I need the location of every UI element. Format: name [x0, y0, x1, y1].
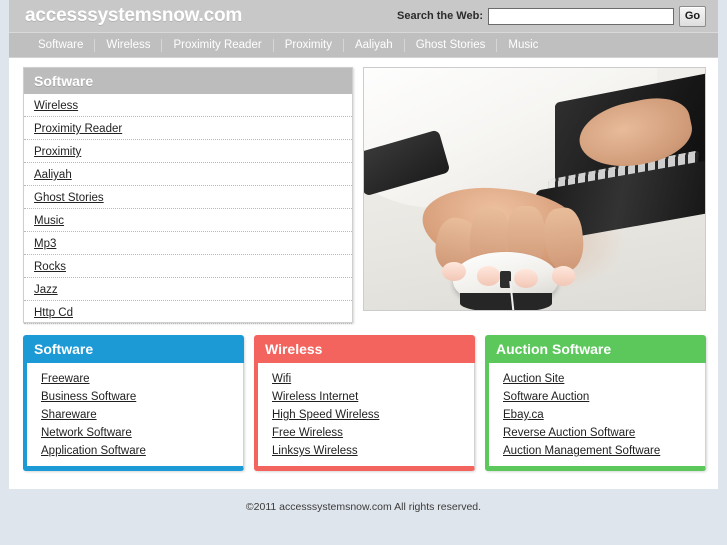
search-input[interactable] [488, 7, 674, 25]
hero-fingernail-shape [514, 268, 538, 289]
list-item: Mp3 [24, 232, 353, 255]
panel-link-high-speed-wireless[interactable]: High Speed Wireless [272, 409, 379, 421]
panel-wireless-body: Wifi Wireless Internet High Speed Wirele… [254, 363, 475, 471]
search-label: Search the Web: [397, 10, 483, 22]
list-item: Business Software [41, 387, 243, 405]
hero-fingernail-shape [476, 266, 501, 286]
panel-link-software-auction[interactable]: Software Auction [503, 391, 589, 403]
panel-link-linksys-wireless[interactable]: Linksys Wireless [272, 445, 358, 457]
panel-link-auction-site[interactable]: Auction Site [503, 373, 564, 385]
panel-software: Software Freeware Business Software Shar… [23, 335, 244, 471]
hero-fingernail-shape [551, 266, 576, 286]
go-button[interactable]: Go [679, 5, 706, 27]
sidebar-title: Software [24, 68, 353, 94]
list-item: Music [24, 209, 353, 232]
nav-item-music[interactable]: Music [497, 39, 549, 52]
list-item: Free Wireless [272, 423, 474, 441]
list-item: Aaliyah [24, 163, 353, 186]
sidebar-link-proximity[interactable]: Proximity [34, 146, 81, 158]
site-header: accesssystemsnow.com Search the Web: Go [9, 0, 718, 33]
panel-link-wifi[interactable]: Wifi [272, 373, 291, 385]
list-item: Reverse Auction Software [503, 423, 705, 441]
list-item: Freeware [41, 369, 243, 387]
list-item: High Speed Wireless [272, 405, 474, 423]
panel-wireless: Wireless Wifi Wireless Internet High Spe… [254, 335, 475, 471]
panel-link-auction-management-software[interactable]: Auction Management Software [503, 445, 660, 457]
list-item: Wifi [272, 369, 474, 387]
footer: ©2011 accesssystemsnow.com All rights re… [0, 489, 727, 513]
hero-fingernail-shape [442, 261, 467, 281]
nav-item-wireless[interactable]: Wireless [95, 38, 163, 52]
panel-link-freeware[interactable]: Freeware [41, 373, 90, 385]
main-navigation: Software Wireless Proximity Reader Proxi… [9, 33, 718, 58]
list-item: Network Software [41, 423, 243, 441]
list-item: Auction Site [503, 369, 705, 387]
panel-auction-software-body: Auction Site Software Auction Ebay.ca Re… [485, 363, 706, 471]
list-item: Http Cd [24, 301, 353, 324]
sidebar-link-rocks[interactable]: Rocks [34, 261, 66, 273]
list-item: Shareware [41, 405, 243, 423]
sidebar-link-music[interactable]: Music [34, 215, 64, 227]
nav-item-proximity[interactable]: Proximity [274, 38, 344, 52]
list-item: Jazz [24, 278, 353, 301]
list-item: Auction Management Software [503, 441, 705, 459]
panel-software-body: Freeware Business Software Shareware Net… [23, 363, 244, 471]
nav-item-aaliyah[interactable]: Aaliyah [344, 38, 405, 52]
panel-auction-software-list: Auction Site Software Auction Ebay.ca Re… [489, 369, 705, 459]
page-container: accesssystemsnow.com Search the Web: Go … [9, 0, 718, 489]
panel-wireless-list: Wifi Wireless Internet High Speed Wirele… [258, 369, 474, 459]
sidebar-link-aaliyah[interactable]: Aaliyah [34, 169, 72, 181]
list-item: Software Auction [503, 387, 705, 405]
panel-auction-software: Auction Software Auction Site Software A… [485, 335, 706, 471]
list-item: Rocks [24, 255, 353, 278]
panel-software-title: Software [23, 335, 244, 363]
site-title: accesssystemsnow.com [25, 5, 243, 26]
nav-item-proximity-reader[interactable]: Proximity Reader [162, 38, 274, 52]
list-item: Ghost Stories [24, 186, 353, 209]
sidebar-link-ghost-stories[interactable]: Ghost Stories [34, 192, 104, 204]
sidebar-link-mp3[interactable]: Mp3 [34, 238, 56, 250]
list-item: Linksys Wireless [272, 441, 474, 459]
panel-link-shareware[interactable]: Shareware [41, 409, 97, 421]
panel-link-network-software[interactable]: Network Software [41, 427, 132, 439]
sidebar-link-proximity-reader[interactable]: Proximity Reader [34, 123, 122, 135]
nav-item-ghost-stories[interactable]: Ghost Stories [405, 38, 498, 52]
list-item: Wireless [24, 94, 353, 117]
panel-wireless-title: Wireless [254, 335, 475, 363]
content-bottom-spacer [9, 471, 718, 489]
sidebar-panel: Software Wireless Proximity Reader Proxi… [23, 67, 354, 324]
panel-link-wireless-internet[interactable]: Wireless Internet [272, 391, 358, 403]
hero-mouse-base-shape [459, 293, 552, 310]
panel-auction-software-title: Auction Software [485, 335, 706, 363]
category-panels: Software Freeware Business Software Shar… [9, 323, 718, 471]
list-item: Proximity Reader [24, 117, 353, 140]
sidebar-link-jazz[interactable]: Jazz [34, 284, 58, 296]
panel-link-application-software[interactable]: Application Software [41, 445, 146, 457]
sidebar-link-http-cd[interactable]: Http Cd [34, 307, 73, 319]
sidebar-link-wireless[interactable]: Wireless [34, 100, 78, 112]
copyright-text: ©2011 accesssystemsnow.com All rights re… [245, 501, 482, 513]
list-item: Application Software [41, 441, 243, 459]
search-area: Search the Web: Go [397, 5, 706, 27]
sidebar-link-list: Wireless Proximity Reader Proximity Aali… [24, 94, 353, 324]
nav-item-software[interactable]: Software [27, 38, 96, 52]
list-item: Ebay.ca [503, 405, 705, 423]
panel-link-reverse-auction-software[interactable]: Reverse Auction Software [503, 427, 635, 439]
panel-software-list: Freeware Business Software Shareware Net… [27, 369, 243, 459]
panel-link-ebay-ca[interactable]: Ebay.ca [503, 409, 544, 421]
list-item: Wireless Internet [272, 387, 474, 405]
panel-link-business-software[interactable]: Business Software [41, 391, 136, 403]
hero-image [363, 67, 706, 311]
list-item: Proximity [24, 140, 353, 163]
main-content: Software Wireless Proximity Reader Proxi… [9, 58, 718, 324]
panel-link-free-wireless[interactable]: Free Wireless [272, 427, 343, 439]
